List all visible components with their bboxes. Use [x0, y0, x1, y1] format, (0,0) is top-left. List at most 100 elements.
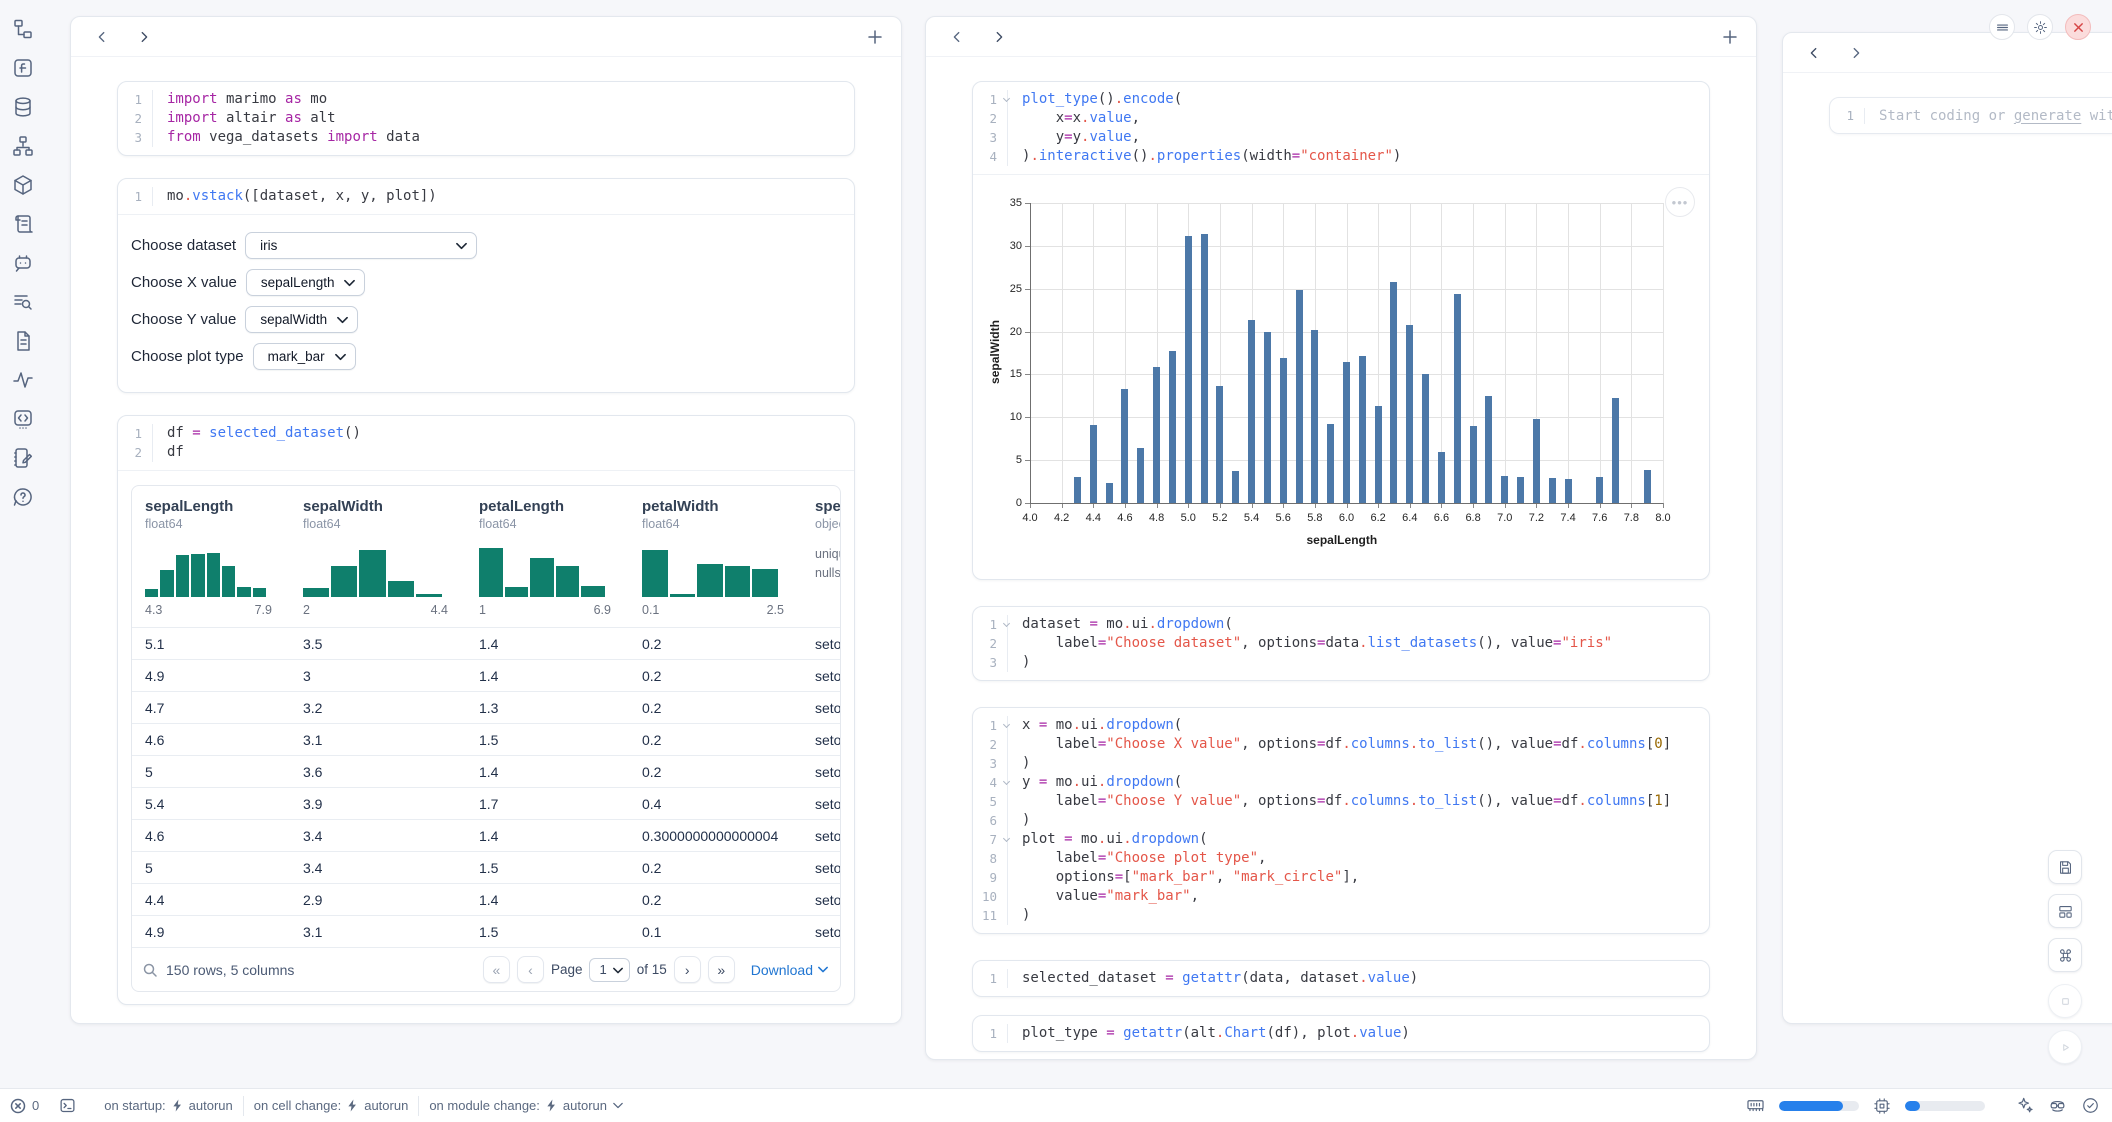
chat-bot-icon[interactable]: [10, 250, 36, 276]
database-icon[interactable]: [10, 94, 36, 120]
column-header[interactable]: speciesobjectunique:nulls:: [802, 498, 840, 617]
terminal-button[interactable]: [49, 1097, 86, 1114]
y-axis-title: sepalWidth: [988, 312, 1002, 392]
chart-bar: [1390, 282, 1397, 503]
table-row[interactable]: 5.13.51.40.2setosa: [132, 627, 840, 659]
table-row[interactable]: 5.43.91.70.4setosa: [132, 787, 840, 819]
package-icon[interactable]: [10, 172, 36, 198]
code-editor[interactable]: 1mo.vstack([dataset, x, y, plot]): [118, 179, 854, 214]
code-editor[interactable]: 1x = mo.ui.dropdown(2 label="Choose X va…: [973, 708, 1709, 933]
chart-bar: [1106, 483, 1113, 503]
scroll-left-button[interactable]: [89, 24, 115, 50]
close-button[interactable]: [2065, 14, 2091, 40]
x-axis-title: sepalLength: [1307, 533, 1378, 547]
code-line: 1df = selected_dataset(): [118, 424, 854, 443]
on-startup-mode[interactable]: on startup: autorun: [94, 1098, 243, 1113]
code-editor[interactable]: 1plot_type = getattr(alt.Chart(df), plot…: [973, 1016, 1709, 1051]
stop-button[interactable]: [2048, 984, 2082, 1018]
settings-gear-button[interactable]: [2027, 14, 2053, 40]
scroll-left-button[interactable]: [1801, 40, 1827, 66]
search-icon[interactable]: [142, 962, 158, 978]
first-page-button[interactable]: «: [483, 956, 510, 983]
prev-page-button[interactable]: ‹: [517, 956, 544, 983]
next-page-button[interactable]: ›: [674, 956, 701, 983]
add-cell-button[interactable]: [1722, 29, 1738, 45]
last-page-button[interactable]: »: [708, 956, 735, 983]
activity-icon[interactable]: [10, 367, 36, 393]
code-line: 3from vega_datasets import data: [118, 128, 854, 147]
y-value-select[interactable]: sepalWidth: [245, 306, 358, 333]
run-button[interactable]: [2048, 1030, 2082, 1064]
code-line: 4).interactive().properties(width="conta…: [973, 147, 1709, 166]
code-line: 2 x=x.value,: [973, 109, 1709, 128]
chart-bar: [1375, 406, 1382, 503]
code-editor[interactable]: 1plot_type().encode(2 x=x.value,3 y=y.va…: [973, 82, 1709, 174]
scratchpad-icon[interactable]: [10, 445, 36, 471]
menu-button[interactable]: [1989, 14, 2015, 40]
column-header[interactable]: petalWidthfloat640.12.5: [629, 498, 802, 617]
dependency-graph-icon[interactable]: [10, 133, 36, 159]
empty-code-cell[interactable]: 1 Start coding or generate with: [1829, 97, 2112, 134]
table-row[interactable]: 4.63.41.40.3000000000000004setosa: [132, 819, 840, 851]
ai-sparkles-button[interactable]: [2015, 1096, 2034, 1115]
chart-bar: [1596, 477, 1603, 503]
chart-bar: [1406, 325, 1413, 503]
code-editor[interactable]: 1df = selected_dataset()2df: [118, 416, 854, 470]
table-row[interactable]: 4.931.40.2setosa: [132, 659, 840, 691]
table-row[interactable]: 4.73.21.30.2setosa: [132, 691, 840, 723]
code-editor[interactable]: 1import marimo as mo2import altair as al…: [118, 82, 854, 155]
command-palette-button[interactable]: [2048, 938, 2082, 972]
table-row[interactable]: 4.63.11.50.2setosa: [132, 723, 840, 755]
column-2-header: [926, 17, 1756, 57]
add-cell-button[interactable]: [867, 29, 883, 45]
logs-scroll-icon[interactable]: [10, 211, 36, 237]
chart-output: ••• 051015202530354.04.24.44.64.85.05.25…: [973, 175, 1709, 579]
code-line: 7plot = mo.ui.dropdown(: [973, 830, 1709, 849]
connection-status-icon[interactable]: [2081, 1096, 2100, 1115]
plot-type-select[interactable]: mark_bar: [253, 343, 356, 370]
code-cell-xy-dropdowns: 1x = mo.ui.dropdown(2 label="Choose X va…: [972, 707, 1710, 934]
scroll-right-button[interactable]: [986, 24, 1012, 50]
chart-bar: [1074, 477, 1081, 503]
download-button[interactable]: Download: [751, 962, 828, 978]
bolt-icon: [172, 1099, 183, 1112]
dataset-select[interactable]: iris: [245, 232, 477, 259]
doc-search-icon[interactable]: [10, 289, 36, 315]
column-3-header: [1783, 33, 2112, 73]
column-header[interactable]: petalLengthfloat6416.9: [466, 498, 629, 617]
column-header[interactable]: sepalLengthfloat644.37.9: [132, 498, 290, 617]
column-header[interactable]: sepalWidthfloat6424.4: [290, 498, 466, 617]
code-line: 2import altair as alt: [118, 109, 854, 128]
save-button[interactable]: [2048, 850, 2082, 884]
table-row[interactable]: 4.42.91.40.2setosa: [132, 883, 840, 915]
code-line: 3): [973, 754, 1709, 773]
snippets-icon[interactable]: [10, 328, 36, 354]
file-tree-icon[interactable]: [10, 16, 36, 42]
on-cell-change-mode[interactable]: on cell change: autorun: [244, 1098, 419, 1113]
layout-button[interactable]: [2048, 894, 2082, 928]
dropdown-form: Choose dataset iris Choose X value sepal…: [118, 215, 854, 392]
code-block-icon[interactable]: [10, 406, 36, 432]
scroll-right-button[interactable]: [1843, 40, 1869, 66]
code-line: 4y = mo.ui.dropdown(: [973, 773, 1709, 792]
on-module-change-mode[interactable]: on module change: autorun: [419, 1098, 633, 1113]
function-icon[interactable]: [10, 55, 36, 81]
code-editor[interactable]: 1dataset = mo.ui.dropdown(2 label="Choos…: [973, 607, 1709, 680]
table-row[interactable]: 4.93.11.50.1setosa: [132, 915, 840, 947]
code-cell-plot-type: 1plot_type = getattr(alt.Chart(df), plot…: [972, 1015, 1710, 1052]
scroll-right-button[interactable]: [131, 24, 157, 50]
page-select[interactable]: 1: [589, 958, 629, 982]
table-row[interactable]: 53.61.40.2setosa: [132, 755, 840, 787]
code-editor[interactable]: 1selected_dataset = getattr(data, datase…: [973, 961, 1709, 996]
copilot-button[interactable]: [2048, 1096, 2067, 1115]
code-line: 11): [973, 906, 1709, 925]
x-value-select[interactable]: sepalLength: [246, 269, 366, 296]
generate-link[interactable]: generate: [2014, 108, 2081, 124]
chart-bar: [1327, 424, 1334, 503]
scroll-left-button[interactable]: [944, 24, 970, 50]
table-row[interactable]: 53.41.50.2setosa: [132, 851, 840, 883]
help-icon[interactable]: [10, 484, 36, 510]
code-line: 1selected_dataset = getattr(data, datase…: [973, 969, 1709, 988]
memory-usage-meter: [1779, 1101, 1859, 1111]
errors-indicator[interactable]: 0: [8, 1098, 49, 1114]
